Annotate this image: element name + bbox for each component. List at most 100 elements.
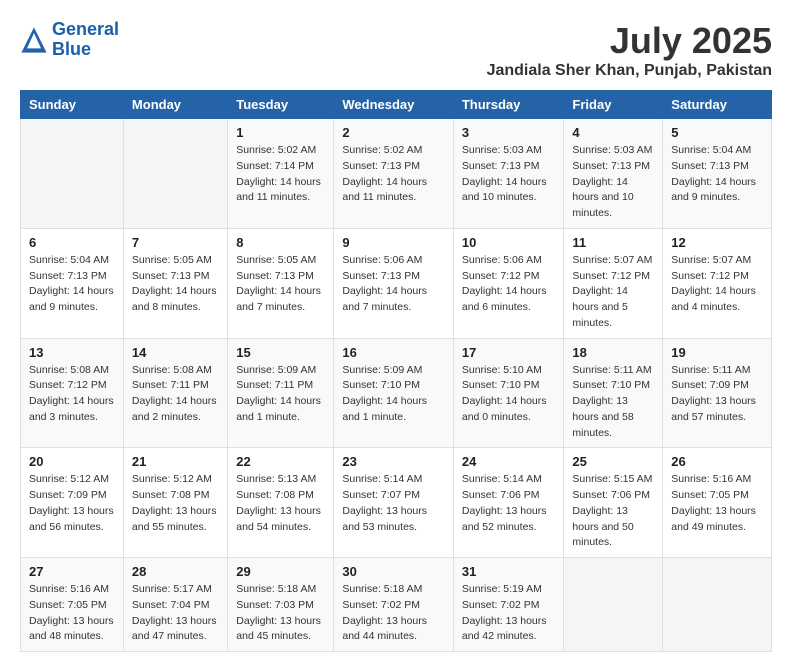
month-title: July 2025 [487, 20, 772, 62]
calendar-cell: 10 Sunrise: 5:06 AM Sunset: 7:12 PM Dayli… [453, 228, 564, 338]
day-info: Sunrise: 5:04 AM Sunset: 7:13 PM Dayligh… [671, 143, 763, 206]
day-number: 25 [572, 454, 654, 469]
day-number: 13 [29, 345, 115, 360]
day-info: Sunrise: 5:10 AM Sunset: 7:10 PM Dayligh… [462, 363, 556, 426]
calendar-cell: 28 Sunrise: 5:17 AM Sunset: 7:04 PM Dayli… [123, 558, 227, 652]
day-number: 28 [132, 564, 219, 579]
day-info: Sunrise: 5:04 AM Sunset: 7:13 PM Dayligh… [29, 253, 115, 316]
calendar-cell: 22 Sunrise: 5:13 AM Sunset: 7:08 PM Dayli… [228, 448, 334, 558]
day-info: Sunrise: 5:07 AM Sunset: 7:12 PM Dayligh… [572, 253, 654, 332]
calendar-cell: 25 Sunrise: 5:15 AM Sunset: 7:06 PM Dayli… [564, 448, 663, 558]
calendar-cell: 4Sunrise: 5:03 AM Sunset: 7:13 PM Daylig… [564, 119, 663, 229]
calendar-cell: 23 Sunrise: 5:14 AM Sunset: 7:07 PM Dayli… [334, 448, 454, 558]
column-header-saturday: Saturday [663, 91, 772, 119]
calendar-cell: 8 Sunrise: 5:05 AM Sunset: 7:13 PM Daylig… [228, 228, 334, 338]
logo-text: General Blue [52, 20, 119, 60]
day-number: 23 [342, 454, 445, 469]
day-info: Sunrise: 5:11 AM Sunset: 7:09 PM Dayligh… [671, 363, 763, 426]
calendar-cell: 13 Sunrise: 5:08 AM Sunset: 7:12 PM Dayli… [21, 338, 124, 448]
calendar-cell: 19 Sunrise: 5:11 AM Sunset: 7:09 PM Dayli… [663, 338, 772, 448]
calendar-cell: 24Sunrise: 5:14 AM Sunset: 7:06 PM Dayli… [453, 448, 564, 558]
day-info: Sunrise: 5:17 AM Sunset: 7:04 PM Dayligh… [132, 582, 219, 645]
calendar-cell: 21 Sunrise: 5:12 AM Sunset: 7:08 PM Dayli… [123, 448, 227, 558]
day-info: Sunrise: 5:18 AM Sunset: 7:03 PM Dayligh… [236, 582, 325, 645]
day-number: 4 [572, 125, 654, 140]
calendar-week-row: 20Sunrise: 5:12 AM Sunset: 7:09 PM Dayli… [21, 448, 772, 558]
day-number: 22 [236, 454, 325, 469]
calendar-cell: 11 Sunrise: 5:07 AM Sunset: 7:12 PM Dayli… [564, 228, 663, 338]
day-number: 1 [236, 125, 325, 140]
day-number: 5 [671, 125, 763, 140]
title-block: July 2025 Jandiala Sher Khan, Punjab, Pa… [487, 20, 772, 80]
day-number: 10 [462, 235, 556, 250]
day-info: Sunrise: 5:13 AM Sunset: 7:08 PM Dayligh… [236, 472, 325, 535]
day-info: Sunrise: 5:02 AM Sunset: 7:13 PM Dayligh… [342, 143, 445, 206]
logo: General Blue [20, 20, 119, 60]
day-number: 30 [342, 564, 445, 579]
calendar-cell: 7Sunrise: 5:05 AM Sunset: 7:13 PM Daylig… [123, 228, 227, 338]
day-info: Sunrise: 5:06 AM Sunset: 7:13 PM Dayligh… [342, 253, 445, 316]
day-info: Sunrise: 5:19 AM Sunset: 7:02 PM Dayligh… [462, 582, 556, 645]
day-info: Sunrise: 5:15 AM Sunset: 7:06 PM Dayligh… [572, 472, 654, 551]
day-number: 26 [671, 454, 763, 469]
day-info: Sunrise: 5:08 AM Sunset: 7:12 PM Dayligh… [29, 363, 115, 426]
day-number: 27 [29, 564, 115, 579]
column-header-friday: Friday [564, 91, 663, 119]
day-info: Sunrise: 5:05 AM Sunset: 7:13 PM Dayligh… [236, 253, 325, 316]
calendar-header-row: SundayMondayTuesdayWednesdayThursdayFrid… [21, 91, 772, 119]
calendar-cell: 1Sunrise: 5:02 AM Sunset: 7:14 PM Daylig… [228, 119, 334, 229]
column-header-sunday: Sunday [21, 91, 124, 119]
day-info: Sunrise: 5:11 AM Sunset: 7:10 PM Dayligh… [572, 363, 654, 442]
calendar-cell: 29 Sunrise: 5:18 AM Sunset: 7:03 PM Dayli… [228, 558, 334, 652]
calendar-week-row: 13 Sunrise: 5:08 AM Sunset: 7:12 PM Dayli… [21, 338, 772, 448]
day-number: 20 [29, 454, 115, 469]
day-number: 21 [132, 454, 219, 469]
calendar-cell: 15Sunrise: 5:09 AM Sunset: 7:11 PM Dayli… [228, 338, 334, 448]
day-info: Sunrise: 5:09 AM Sunset: 7:10 PM Dayligh… [342, 363, 445, 426]
calendar-cell: 17 Sunrise: 5:10 AM Sunset: 7:10 PM Dayli… [453, 338, 564, 448]
calendar-cell: 6 Sunrise: 5:04 AM Sunset: 7:13 PM Daylig… [21, 228, 124, 338]
day-number: 17 [462, 345, 556, 360]
page-header: General Blue July 2025 Jandiala Sher Kha… [20, 20, 772, 80]
logo-icon [20, 26, 48, 54]
day-number: 14 [132, 345, 219, 360]
day-info: Sunrise: 5:14 AM Sunset: 7:07 PM Dayligh… [342, 472, 445, 535]
calendar-cell: 18 Sunrise: 5:11 AM Sunset: 7:10 PM Dayli… [564, 338, 663, 448]
day-number: 9 [342, 235, 445, 250]
day-number: 15 [236, 345, 325, 360]
calendar-cell: 5 Sunrise: 5:04 AM Sunset: 7:13 PM Daylig… [663, 119, 772, 229]
calendar-cell: 2 Sunrise: 5:02 AM Sunset: 7:13 PM Daylig… [334, 119, 454, 229]
day-number: 11 [572, 235, 654, 250]
day-number: 6 [29, 235, 115, 250]
calendar-table: SundayMondayTuesdayWednesdayThursdayFrid… [20, 90, 772, 652]
calendar-cell: 27 Sunrise: 5:16 AM Sunset: 7:05 PM Dayli… [21, 558, 124, 652]
day-number: 18 [572, 345, 654, 360]
day-info: Sunrise: 5:03 AM Sunset: 7:13 PM Dayligh… [462, 143, 556, 206]
calendar-week-row: 27 Sunrise: 5:16 AM Sunset: 7:05 PM Dayli… [21, 558, 772, 652]
day-info: Sunrise: 5:18 AM Sunset: 7:02 PM Dayligh… [342, 582, 445, 645]
calendar-cell: 20Sunrise: 5:12 AM Sunset: 7:09 PM Dayli… [21, 448, 124, 558]
day-number: 31 [462, 564, 556, 579]
day-number: 12 [671, 235, 763, 250]
day-number: 29 [236, 564, 325, 579]
calendar-cell [123, 119, 227, 229]
location-title: Jandiala Sher Khan, Punjab, Pakistan [487, 62, 772, 80]
day-info: Sunrise: 5:16 AM Sunset: 7:05 PM Dayligh… [29, 582, 115, 645]
day-number: 19 [671, 345, 763, 360]
day-number: 8 [236, 235, 325, 250]
day-info: Sunrise: 5:14 AM Sunset: 7:06 PM Dayligh… [462, 472, 556, 535]
calendar-cell [564, 558, 663, 652]
day-info: Sunrise: 5:06 AM Sunset: 7:12 PM Dayligh… [462, 253, 556, 316]
day-number: 2 [342, 125, 445, 140]
calendar-cell: 3Sunrise: 5:03 AM Sunset: 7:13 PM Daylig… [453, 119, 564, 229]
calendar-cell: 30 Sunrise: 5:18 AM Sunset: 7:02 PM Dayli… [334, 558, 454, 652]
day-info: Sunrise: 5:07 AM Sunset: 7:12 PM Dayligh… [671, 253, 763, 316]
calendar-cell: 31 Sunrise: 5:19 AM Sunset: 7:02 PM Dayli… [453, 558, 564, 652]
day-number: 16 [342, 345, 445, 360]
calendar-cell [663, 558, 772, 652]
calendar-cell [21, 119, 124, 229]
day-info: Sunrise: 5:12 AM Sunset: 7:08 PM Dayligh… [132, 472, 219, 535]
calendar-cell: 9 Sunrise: 5:06 AM Sunset: 7:13 PM Daylig… [334, 228, 454, 338]
calendar-cell: 16 Sunrise: 5:09 AM Sunset: 7:10 PM Dayli… [334, 338, 454, 448]
calendar-cell: 26Sunrise: 5:16 AM Sunset: 7:05 PM Dayli… [663, 448, 772, 558]
